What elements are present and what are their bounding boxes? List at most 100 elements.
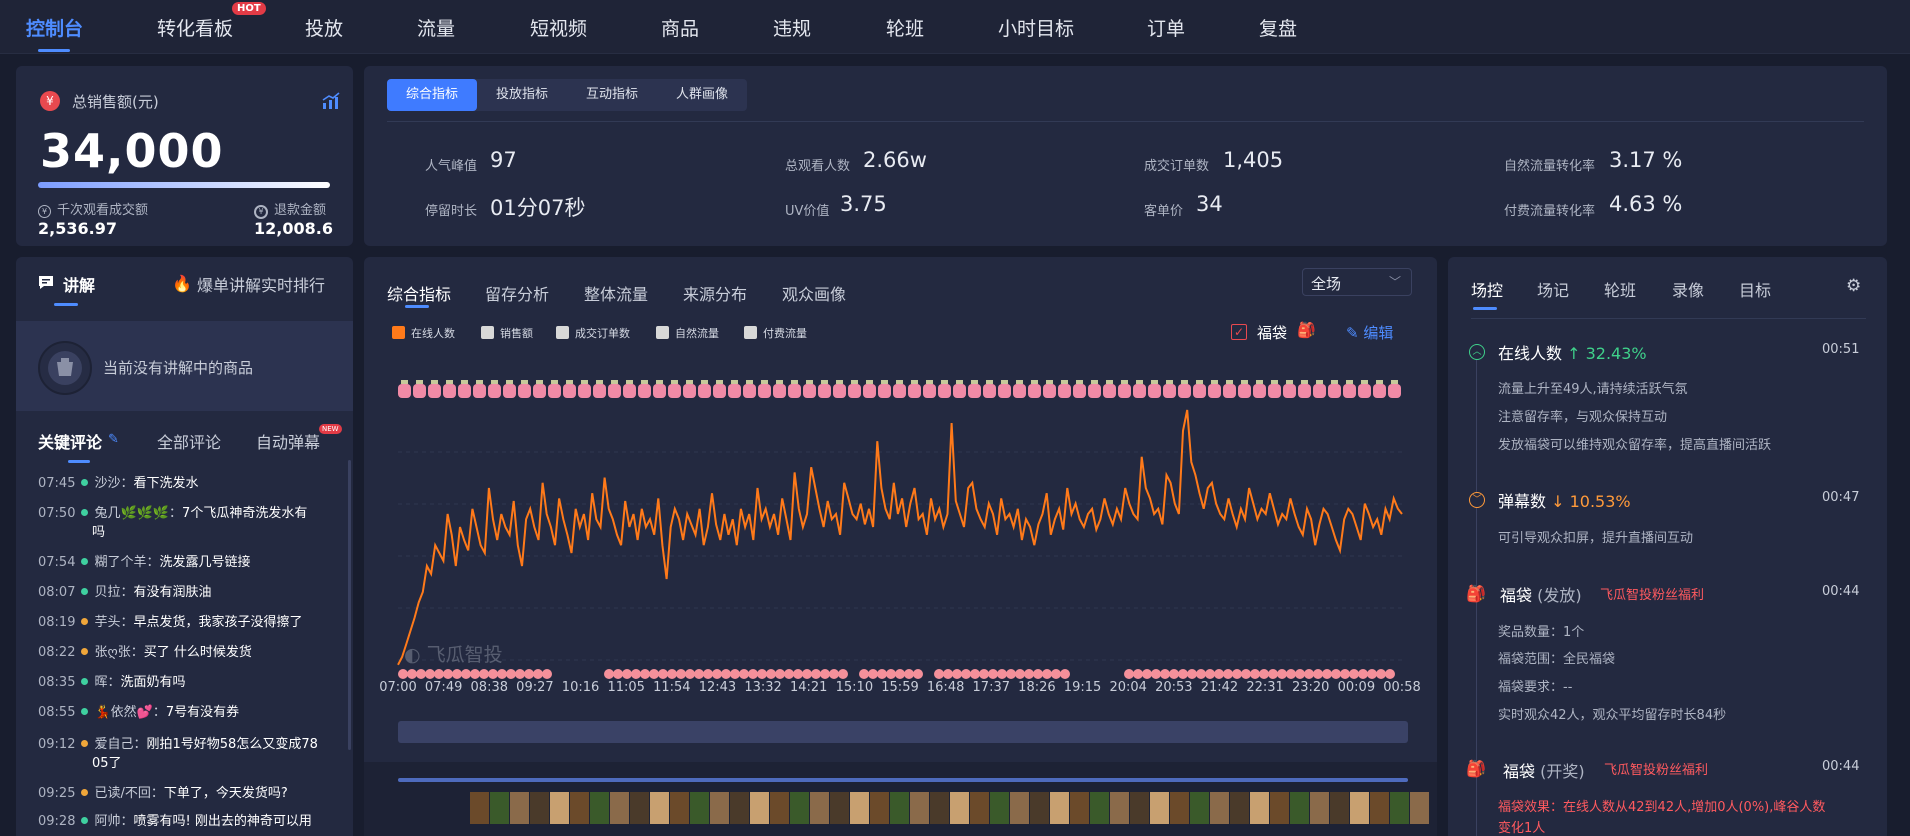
metrics-tab-ads[interactable]: 投放指标 [477, 79, 567, 111]
hot-explain-ranking-link[interactable]: 爆单讲解实时排行 [197, 272, 325, 296]
product-thumbnail[interactable] [1370, 792, 1389, 824]
fudai-marker-top [1286, 380, 1293, 384]
product-thumbnail[interactable] [790, 792, 809, 824]
timeline-track[interactable] [398, 778, 1408, 782]
product-thumbnail[interactable] [870, 792, 889, 824]
nav-products[interactable]: 商品 [661, 14, 699, 41]
legend-natural[interactable]: 自然流量 [656, 325, 719, 341]
product-thumbnail[interactable] [810, 792, 829, 824]
product-thumbnail[interactable] [1010, 792, 1029, 824]
comments-scrollbar[interactable] [348, 460, 351, 750]
right-tab-target[interactable]: 目标 [1739, 277, 1771, 301]
right-tab-notes[interactable]: 场记 [1537, 277, 1569, 301]
product-thumbnail[interactable] [570, 792, 589, 824]
product-thumbnail[interactable] [650, 792, 669, 824]
scope-select[interactable]: 全场 ﹀ [1302, 268, 1412, 296]
product-thumbnail[interactable] [1290, 792, 1309, 824]
product-thumbnail[interactable] [510, 792, 529, 824]
product-thumbnail[interactable] [550, 792, 569, 824]
fudai-marker-top [836, 380, 843, 384]
nav-shifts[interactable]: 轮班 [886, 14, 924, 41]
product-thumbnail[interactable] [990, 792, 1009, 824]
product-thumbnail[interactable] [1210, 792, 1229, 824]
nav-short-video[interactable]: 短视频 [530, 14, 587, 41]
legend-sales[interactable]: 销售额 [481, 325, 533, 341]
product-thumbnail[interactable] [950, 792, 969, 824]
product-thumbnail[interactable] [850, 792, 869, 824]
product-thumbnail[interactable] [1410, 792, 1429, 824]
trend-chart-icon[interactable] [322, 92, 340, 110]
legend-paid[interactable]: 付费流量 [744, 325, 807, 341]
product-thumbnail[interactable] [630, 792, 649, 824]
product-thumbnail[interactable] [910, 792, 929, 824]
gear-icon[interactable]: ⚙ [1846, 276, 1861, 296]
metrics-tab-overall[interactable]: 综合指标 [387, 79, 477, 111]
product-thumbnail[interactable] [1110, 792, 1129, 824]
explain-tab[interactable]: 讲解 [63, 272, 95, 296]
chart-range-slider[interactable] [398, 721, 1408, 743]
chart-tab-traffic[interactable]: 整体流量 [584, 281, 648, 305]
product-thumbnail[interactable] [1190, 792, 1209, 824]
product-thumbnail[interactable] [1090, 792, 1109, 824]
fudai-marker [983, 384, 996, 398]
product-thumbnail[interactable] [610, 792, 629, 824]
product-thumbnail[interactable] [710, 792, 729, 824]
legend-online[interactable]: 在线人数 [392, 325, 455, 341]
nav-conversion-board[interactable]: 转化看板 [157, 14, 233, 41]
nav-violations[interactable]: 违规 [773, 14, 811, 41]
product-thumbnail[interactable] [690, 792, 709, 824]
legend-orders[interactable]: 成交订单数 [556, 325, 630, 341]
product-thumbnail[interactable] [750, 792, 769, 824]
product-thumbnail[interactable] [470, 792, 489, 824]
product-thumbnail[interactable] [1310, 792, 1329, 824]
product-thumbnail[interactable] [1250, 792, 1269, 824]
product-thumbnail[interactable] [730, 792, 749, 824]
fudai-checkbox[interactable]: ✓ [1231, 324, 1247, 340]
product-thumbnail[interactable] [590, 792, 609, 824]
metrics-tab-audience[interactable]: 人群画像 [657, 79, 747, 111]
product-thumbnail[interactable] [530, 792, 549, 824]
nav-review[interactable]: 复盘 [1259, 14, 1297, 41]
product-thumbnail[interactable] [1350, 792, 1369, 824]
metrics-tab-interaction[interactable]: 互动指标 [567, 79, 657, 111]
product-thumbnail[interactable] [1230, 792, 1249, 824]
nav-traffic[interactable]: 流量 [417, 14, 455, 41]
nav-orders[interactable]: 订单 [1147, 14, 1185, 41]
product-thumbnail[interactable] [1170, 792, 1189, 824]
nav-console[interactable]: 控制台 [26, 14, 83, 41]
product-thumbnail[interactable] [930, 792, 949, 824]
product-thumbnail[interactable] [1150, 792, 1169, 824]
chart-tab-audience[interactable]: 观众画像 [782, 281, 846, 305]
product-thumbnail[interactable] [1050, 792, 1069, 824]
product-thumbnail[interactable] [1270, 792, 1289, 824]
product-thumbnail[interactable] [490, 792, 509, 824]
product-thumbnail[interactable] [670, 792, 689, 824]
product-thumbnail[interactable] [890, 792, 909, 824]
chart-tab-overall[interactable]: 综合指标 [387, 281, 451, 305]
product-thumbnail[interactable] [970, 792, 989, 824]
product-thumbnails[interactable] [470, 792, 1430, 824]
all-comments-tab[interactable]: 全部评论 [157, 429, 221, 453]
product-thumbnail[interactable] [1030, 792, 1049, 824]
product-thumbnail[interactable] [770, 792, 789, 824]
right-tab-recording[interactable]: 录像 [1672, 277, 1704, 301]
product-thumbnail[interactable] [830, 792, 849, 824]
auto-danmaku-tab[interactable]: 自动弹幕 [256, 429, 320, 453]
fudai-marker [923, 384, 936, 398]
fudai-marker-top [776, 380, 783, 384]
product-thumbnail[interactable] [1390, 792, 1409, 824]
edit-pencil-icon[interactable]: ✎ [108, 432, 119, 447]
nav-ads[interactable]: 投放 [305, 14, 343, 41]
product-thumbnail[interactable] [1330, 792, 1349, 824]
fudai-marker [1358, 384, 1371, 398]
chart-tab-source[interactable]: 来源分布 [683, 281, 747, 305]
product-thumbnail[interactable] [1070, 792, 1089, 824]
comment-text-cont: 吗 [92, 525, 106, 540]
right-tab-shifts[interactable]: 轮班 [1604, 277, 1636, 301]
fudai-marker [548, 384, 561, 398]
chart-tab-retention[interactable]: 留存分析 [485, 281, 549, 305]
product-thumbnail[interactable] [1130, 792, 1149, 824]
right-tab-control[interactable]: 场控 [1471, 277, 1503, 301]
key-comments-tab[interactable]: 关键评论 [38, 429, 102, 453]
nav-hourly-target[interactable]: 小时目标 [998, 14, 1074, 41]
